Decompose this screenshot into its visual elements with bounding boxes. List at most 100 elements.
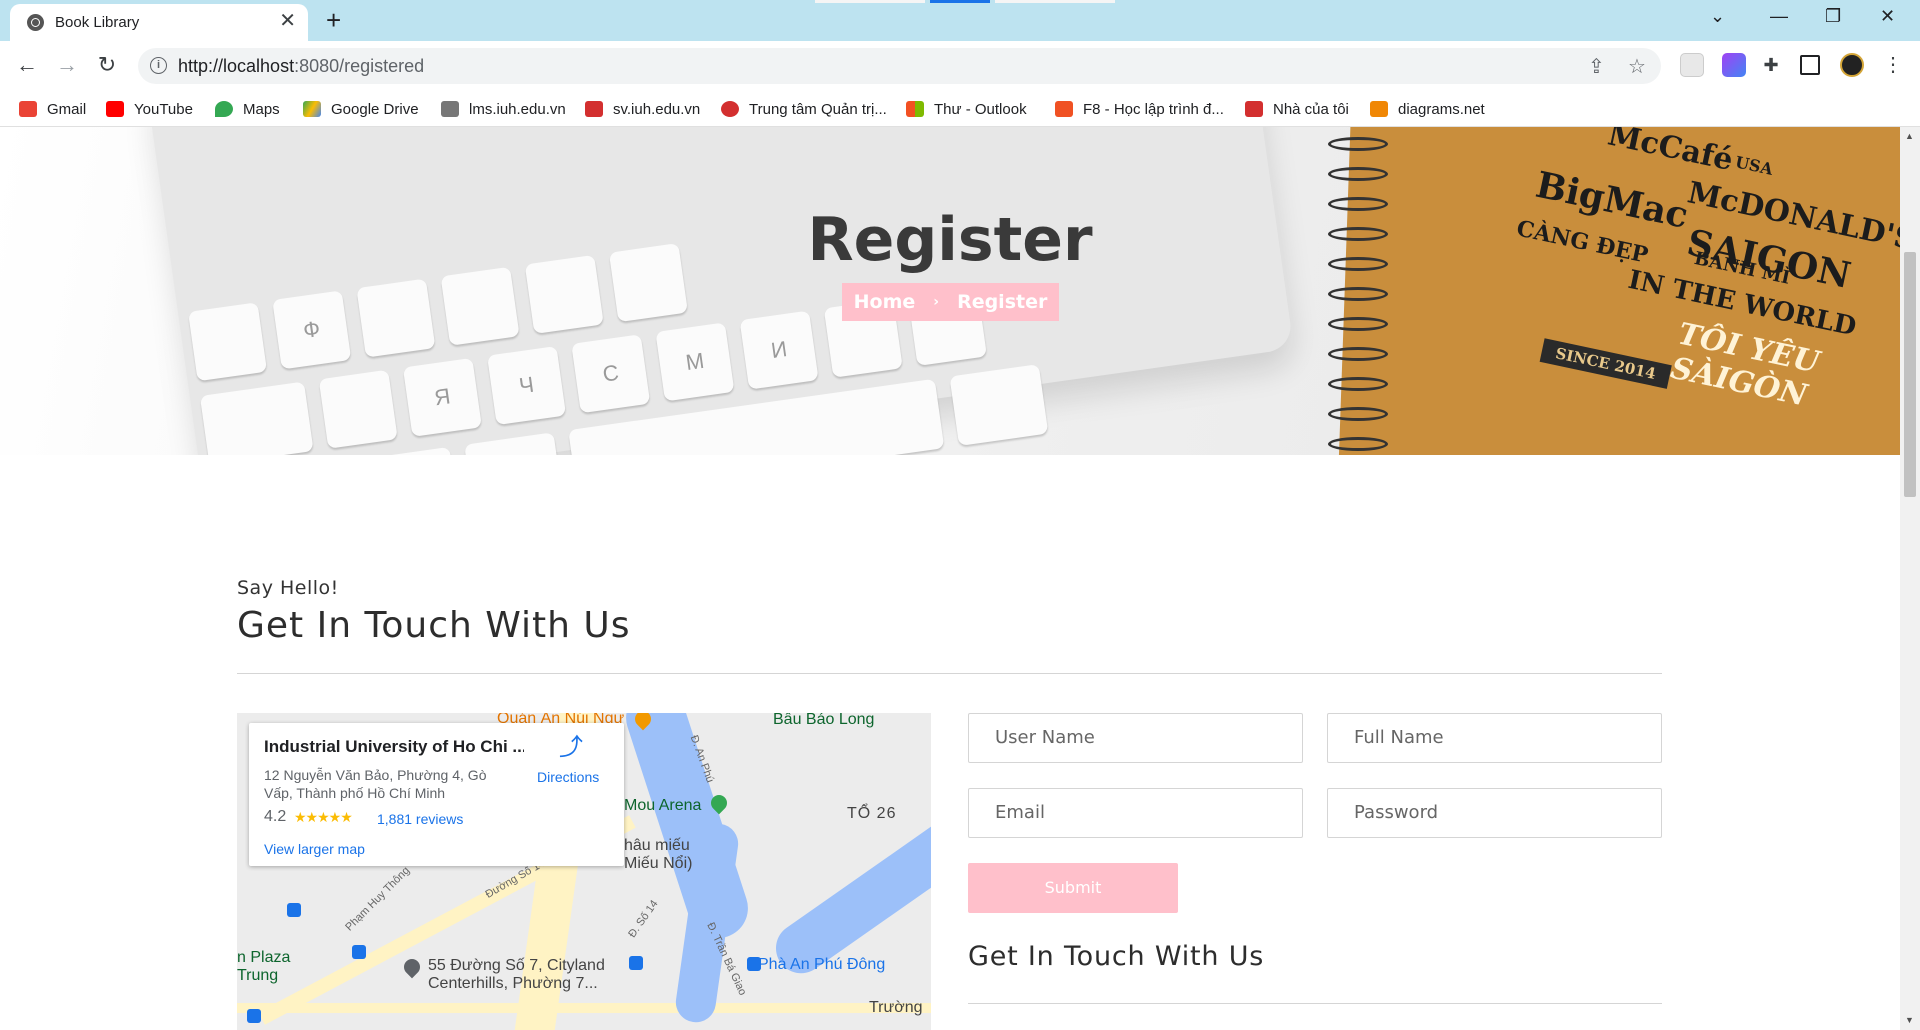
submit-button[interactable]: Submit: [968, 863, 1178, 913]
divider: [968, 1003, 1662, 1004]
bus-stop-icon[interactable]: [629, 956, 643, 970]
tab-title: Book Library: [55, 14, 140, 31]
scrollbar-thumb[interactable]: [1904, 252, 1916, 497]
contact-header: Say Hello! Get In Touch With Us: [237, 577, 1662, 646]
bus-stop-icon[interactable]: [247, 1009, 261, 1023]
keyboard-image: Ф Я Ч С М И ctrl alt: [146, 127, 1294, 455]
map-place-card: Industrial University of Ho Chi ... 12 N…: [249, 723, 624, 866]
lms-icon: [441, 101, 459, 117]
bookmark-trung-tam[interactable]: Trung tâm Quản trị...: [721, 98, 887, 120]
new-tab-button[interactable]: +: [326, 6, 341, 34]
url-text[interactable]: http://localhost:8080/registered: [178, 56, 424, 77]
bookmark-sv-iuh[interactable]: sv.iuh.edu.vn: [585, 98, 700, 120]
browser-tab[interactable]: Book Library ✕: [10, 4, 308, 41]
extensions-puzzle-icon[interactable]: ✚: [1756, 50, 1786, 80]
breadcrumb: Home › Register: [842, 283, 1059, 321]
directions-icon[interactable]: ⤴: [559, 736, 583, 760]
scroll-up-arrow-icon[interactable]: ▲: [1905, 131, 1914, 141]
profile-avatar[interactable]: [1840, 53, 1864, 77]
school-pin-icon[interactable]: [400, 955, 424, 979]
f8-icon: [1055, 101, 1073, 117]
map-river: [618, 713, 756, 946]
minimize-icon[interactable]: —: [1770, 6, 1788, 27]
bookmark-maps[interactable]: Maps: [215, 98, 280, 120]
restore-icon[interactable]: ❐: [1825, 6, 1841, 27]
fullname-input[interactable]: Full Name: [1327, 713, 1662, 763]
bookmark-outlook[interactable]: Thư - Outlook: [906, 98, 1027, 120]
bus-stop-icon[interactable]: [352, 945, 366, 959]
map-label: 55 Đường Số 7, Cityland: [428, 957, 605, 974]
keyboard-key: [464, 432, 564, 455]
map-road-label: Đ. Số 14: [626, 898, 661, 940]
scroll-down-arrow-icon[interactable]: ▼: [1905, 1015, 1914, 1025]
map-label: Trung: [237, 967, 279, 984]
window-close-icon[interactable]: ✕: [1880, 6, 1895, 27]
password-input[interactable]: Password: [1327, 788, 1662, 838]
map-road: [237, 1003, 931, 1013]
map-label: Mou Arena: [624, 797, 702, 814]
bookmark-f8[interactable]: F8 - Học lập trình đ...: [1055, 98, 1224, 120]
bus-stop-icon[interactable]: [747, 957, 761, 971]
bookmark-gmail[interactable]: Gmail: [19, 98, 86, 120]
tab-strip-indicator: [930, 0, 990, 3]
map-label: Miếu Nổi): [624, 855, 693, 872]
side-panel-icon[interactable]: [1800, 55, 1820, 75]
map-label: n Plaza: [237, 949, 291, 966]
map-label: Bầu Báo Long: [773, 713, 875, 728]
browser-tab-strip: Book Library ✕ + ⌄ — ❐ ✕: [0, 0, 1920, 41]
directions-link[interactable]: Directions: [537, 769, 599, 785]
menu-kebab-icon[interactable]: ⋮: [1878, 50, 1908, 80]
bookmark-nha-cua-toi[interactable]: Nhà của tôi: [1245, 98, 1349, 120]
keyboard-key: [440, 266, 520, 346]
bookmark-google-drive[interactable]: Google Drive: [303, 98, 419, 120]
keyboard-key: [188, 302, 268, 382]
google-map-embed[interactable]: Quán Ăn Núi Ngự Bầu Báo Long Mou Arena T…: [237, 713, 931, 1030]
tab-close-icon[interactable]: ✕: [279, 11, 296, 31]
address-bar[interactable]: i http://localhost:8080/registered ⇪ ☆: [138, 48, 1661, 84]
keyboard-key: М: [655, 322, 735, 402]
tab-strip-decoration: [815, 0, 925, 3]
keyboard-key: И: [739, 310, 819, 390]
reviews-link[interactable]: 1,881 reviews: [377, 811, 463, 827]
bus-stop-icon[interactable]: [287, 903, 301, 917]
extension-icon[interactable]: [1722, 53, 1746, 77]
site-info-icon[interactable]: i: [150, 57, 167, 74]
reload-icon[interactable]: ↻: [92, 50, 122, 80]
extension-icon[interactable]: [1680, 53, 1704, 77]
keyboard-key: [199, 381, 314, 455]
bookmark-diagrams[interactable]: diagrams.net: [1370, 98, 1485, 120]
form-section-heading: Get In Touch With Us: [968, 941, 1265, 972]
notebook-ring: [1328, 347, 1388, 361]
keyboard-key: [318, 369, 398, 449]
youtube-icon: [106, 101, 124, 117]
page-viewport: Ф Я Ч С М И ctrl alt: [0, 127, 1900, 1030]
keyboard-key: Ф: [272, 290, 352, 370]
gmail-icon: [19, 101, 37, 117]
place-rating: 4.2: [264, 808, 287, 825]
diagrams-icon: [1370, 101, 1388, 117]
bookmark-star-icon[interactable]: ☆: [1628, 54, 1646, 79]
email-input[interactable]: Email: [968, 788, 1303, 838]
tab-search-chevron-icon[interactable]: ⌄: [1710, 6, 1725, 27]
forward-icon[interactable]: →: [52, 50, 82, 80]
map-label: hâu miếu: [624, 837, 690, 854]
map-road-label: Phạm Huy Thông: [343, 864, 413, 934]
bookmarks-bar: Gmail YouTube Maps Google Drive lms.iuh.…: [0, 91, 1920, 127]
map-label: TỔ 26: [847, 805, 897, 822]
view-larger-map-link[interactable]: View larger map: [264, 841, 365, 857]
breadcrumb-home-link[interactable]: Home: [854, 291, 916, 313]
iuh-icon: [1245, 101, 1263, 117]
back-icon[interactable]: ←: [12, 50, 42, 80]
keyboard-key: Я: [402, 357, 482, 437]
share-icon[interactable]: ⇪: [1588, 54, 1605, 79]
bookmark-lms[interactable]: lms.iuh.edu.vn: [441, 98, 566, 120]
iuh-icon: [721, 101, 739, 117]
page-scrollbar[interactable]: ▲ ▼: [1900, 127, 1920, 1030]
breadcrumb-current: Register: [957, 291, 1048, 313]
microsoft-icon: [906, 101, 924, 117]
tab-strip-decoration: [995, 0, 1115, 3]
bookmark-youtube[interactable]: YouTube: [106, 98, 193, 120]
maps-icon: [215, 101, 233, 117]
username-input[interactable]: User Name: [968, 713, 1303, 763]
notebook-ring: [1328, 377, 1388, 391]
